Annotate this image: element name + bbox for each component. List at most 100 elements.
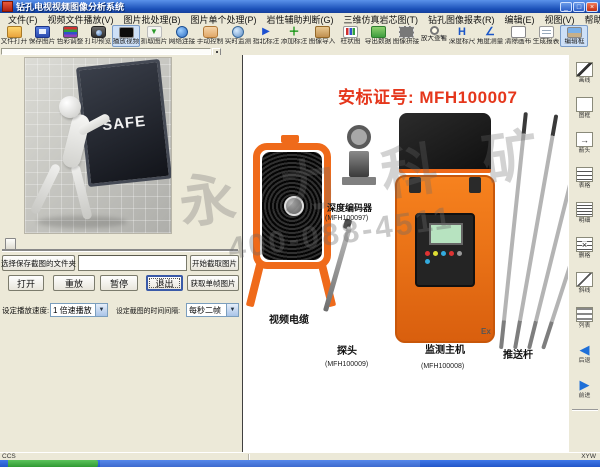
toolbar-button-capture[interactable]: 抓取图片 [140, 25, 168, 47]
detail-table-icon [576, 202, 593, 217]
taskbar-strip [0, 460, 600, 467]
divider [572, 409, 598, 411]
menu-file[interactable]: 文件(F) [3, 13, 43, 26]
tool-forward[interactable]: 前进 [570, 371, 600, 405]
tool-arrow-frame[interactable]: 箭头 [570, 126, 600, 160]
reel-handle [281, 135, 299, 143]
menu-video-play[interactable]: 视频文件播放(V) [43, 13, 119, 26]
chevron-down-icon[interactable]: ▼ [95, 304, 107, 316]
toolbar-button-bar-chart[interactable]: 柱状图 [336, 25, 364, 47]
tool-back[interactable]: 后退 [570, 336, 600, 370]
encoder-base-art [342, 177, 376, 185]
figure-head [59, 96, 81, 118]
menu-help[interactable]: 帮助(H) [580, 13, 600, 26]
letter-h-icon [455, 26, 470, 38]
code-probe: (MFH100009) [325, 361, 368, 368]
toolbar-button-angle[interactable]: 角度测量 [476, 25, 504, 47]
product-image-panel: 安标证号: MFH100007 Ex 深度编码器 (MFH100097) 视频电… [242, 55, 568, 452]
play-speed-value: 1 倍速播放 [51, 305, 95, 316]
figure-leg [30, 163, 62, 215]
toolbar-button-open-file[interactable]: 文件打开 [0, 25, 28, 47]
menu-image-report[interactable]: 钻孔图像报表(R) [423, 13, 500, 26]
save-path-field[interactable] [78, 255, 187, 271]
figure-shadow [37, 216, 127, 228]
menu-3d-core[interactable]: 三维仿真岩芯图(T) [339, 13, 424, 26]
close-button[interactable]: × [586, 2, 598, 12]
pause-button[interactable]: 暂停 [100, 275, 138, 291]
grey-dot [457, 251, 462, 256]
minimize-button[interactable]: _ [560, 2, 572, 12]
play-speed-select[interactable]: 1 倍速播放 ▼ [50, 303, 108, 317]
toolbar-button-import-image[interactable]: 图像导入 [308, 25, 336, 47]
toolbar-button-export[interactable]: 导出数据 [364, 25, 392, 47]
toolbar-button-clear[interactable]: 清除画布 [504, 25, 532, 47]
toolbar-button-print-preview[interactable]: 打印预览 [84, 25, 112, 47]
start-button-fragment[interactable] [8, 460, 98, 467]
toolbar-button-network[interactable]: 网络连接 [168, 25, 196, 47]
open-button[interactable]: 打开 [8, 275, 44, 291]
menu-lithology-assist[interactable]: 岩性辅助判断(G) [262, 13, 339, 26]
tool-diagonal[interactable]: 斜线 [570, 266, 600, 300]
toolbar-button-save[interactable]: 保存图片 [28, 25, 56, 47]
capture-interval-select[interactable]: 每秒二帧 ▼ [186, 303, 239, 317]
status-left-text: CCS [2, 453, 16, 460]
label-depth-encoder: 深度编码器 [327, 201, 372, 214]
toolbar-button-colors[interactable]: 色彩调整 [56, 25, 84, 47]
menu-batch-process[interactable]: 图片批处理(B) [119, 13, 186, 26]
exit-button[interactable]: 退出 [146, 275, 183, 291]
toolbar-button-edit-frame[interactable]: 编辑框 [560, 25, 588, 47]
back-arrow-icon [576, 342, 593, 357]
menu-single-process[interactable]: 图片单个处理(P) [186, 13, 262, 26]
pencil-line-icon [576, 62, 593, 77]
globe-icon [176, 26, 188, 38]
sphere-icon [232, 26, 244, 38]
toolbar-button-stitch[interactable]: 图像拼接 [392, 25, 420, 47]
chevron-down-icon[interactable]: ▼ [226, 304, 238, 316]
push-rods-art [491, 107, 565, 349]
forward-arrow-icon [576, 377, 593, 392]
label-push-rod: 推送杆 [503, 346, 533, 361]
start-capture-button[interactable]: 开始截取图片 [190, 255, 239, 271]
tool-draw-line[interactable]: 画线 [570, 56, 600, 90]
hand-icon [203, 26, 218, 38]
toolbar-button-live[interactable]: 实时监测 [224, 25, 252, 47]
menu-edit[interactable]: 编辑(E) [500, 13, 540, 26]
slider-thumb[interactable] [5, 238, 16, 252]
tool-list[interactable]: 列表 [570, 301, 600, 335]
single-frame-button[interactable]: 获取单帧图片 [187, 275, 239, 291]
main-toolbar: 文件打开 保存图片 色彩调整 打印预览 播放视频 抓取图片 网络连接 手动控制 … [0, 25, 600, 47]
folder-icon [7, 26, 22, 38]
screen-art [429, 223, 463, 245]
plus-icon [287, 26, 302, 38]
download-arrow-icon [147, 26, 162, 38]
toolbar-button-annotate[interactable]: 添加标注 [280, 25, 308, 47]
arrow-box-icon [576, 132, 593, 147]
capture-interval-label: 设定截图的时间间隔: [116, 305, 180, 315]
drawing-tools-sidebar: 画线 图框 箭头 表格 明细 删格 斜线 列表 后退 前进 [568, 55, 600, 452]
replay-button[interactable]: 重放 [53, 275, 95, 291]
video-control-panel: SAFE 选择保存截图的文件夹 开始截取图片 打开 重放 暂停 退出 获取单帧图… [0, 55, 242, 452]
menu-view[interactable]: 视图(V) [540, 13, 580, 26]
image-icon [567, 27, 582, 38]
maximize-button[interactable]: □ [573, 2, 585, 12]
toolbar-button-depth-ruler[interactable]: 深度标尺 [448, 25, 476, 47]
tool-table[interactable]: 表格 [570, 161, 600, 195]
rows-icon [576, 307, 593, 322]
video-position-slider[interactable] [2, 237, 238, 253]
tool-delete-grid[interactable]: 删格 [570, 231, 600, 265]
toolbar-button-play-video[interactable]: 播放视频 [112, 25, 140, 47]
tool-blank-frame[interactable]: 图框 [570, 91, 600, 125]
select-save-folder-button[interactable]: 选择保存截图的文件夹 [2, 255, 75, 271]
capture-interval-value: 每秒二帧 [187, 305, 226, 316]
toolbar-button-hand-tool[interactable]: 手动控制 [196, 25, 224, 47]
ex-marking: Ex [481, 327, 491, 336]
toolbar-button-north-arrow[interactable]: 指北标注 [252, 25, 280, 47]
toolbar-button-zoom[interactable]: 放大查看 [420, 25, 448, 47]
toolbar-button-report[interactable]: 生成报表 [532, 25, 560, 47]
code-monitor-host: (MFH100008) [421, 363, 464, 370]
case-latch [469, 177, 481, 193]
cable-reel-art [253, 143, 331, 269]
tool-detail-table[interactable]: 明细 [570, 196, 600, 230]
magnifier-icon [430, 26, 439, 35]
encoder-wheel-art [347, 125, 371, 149]
